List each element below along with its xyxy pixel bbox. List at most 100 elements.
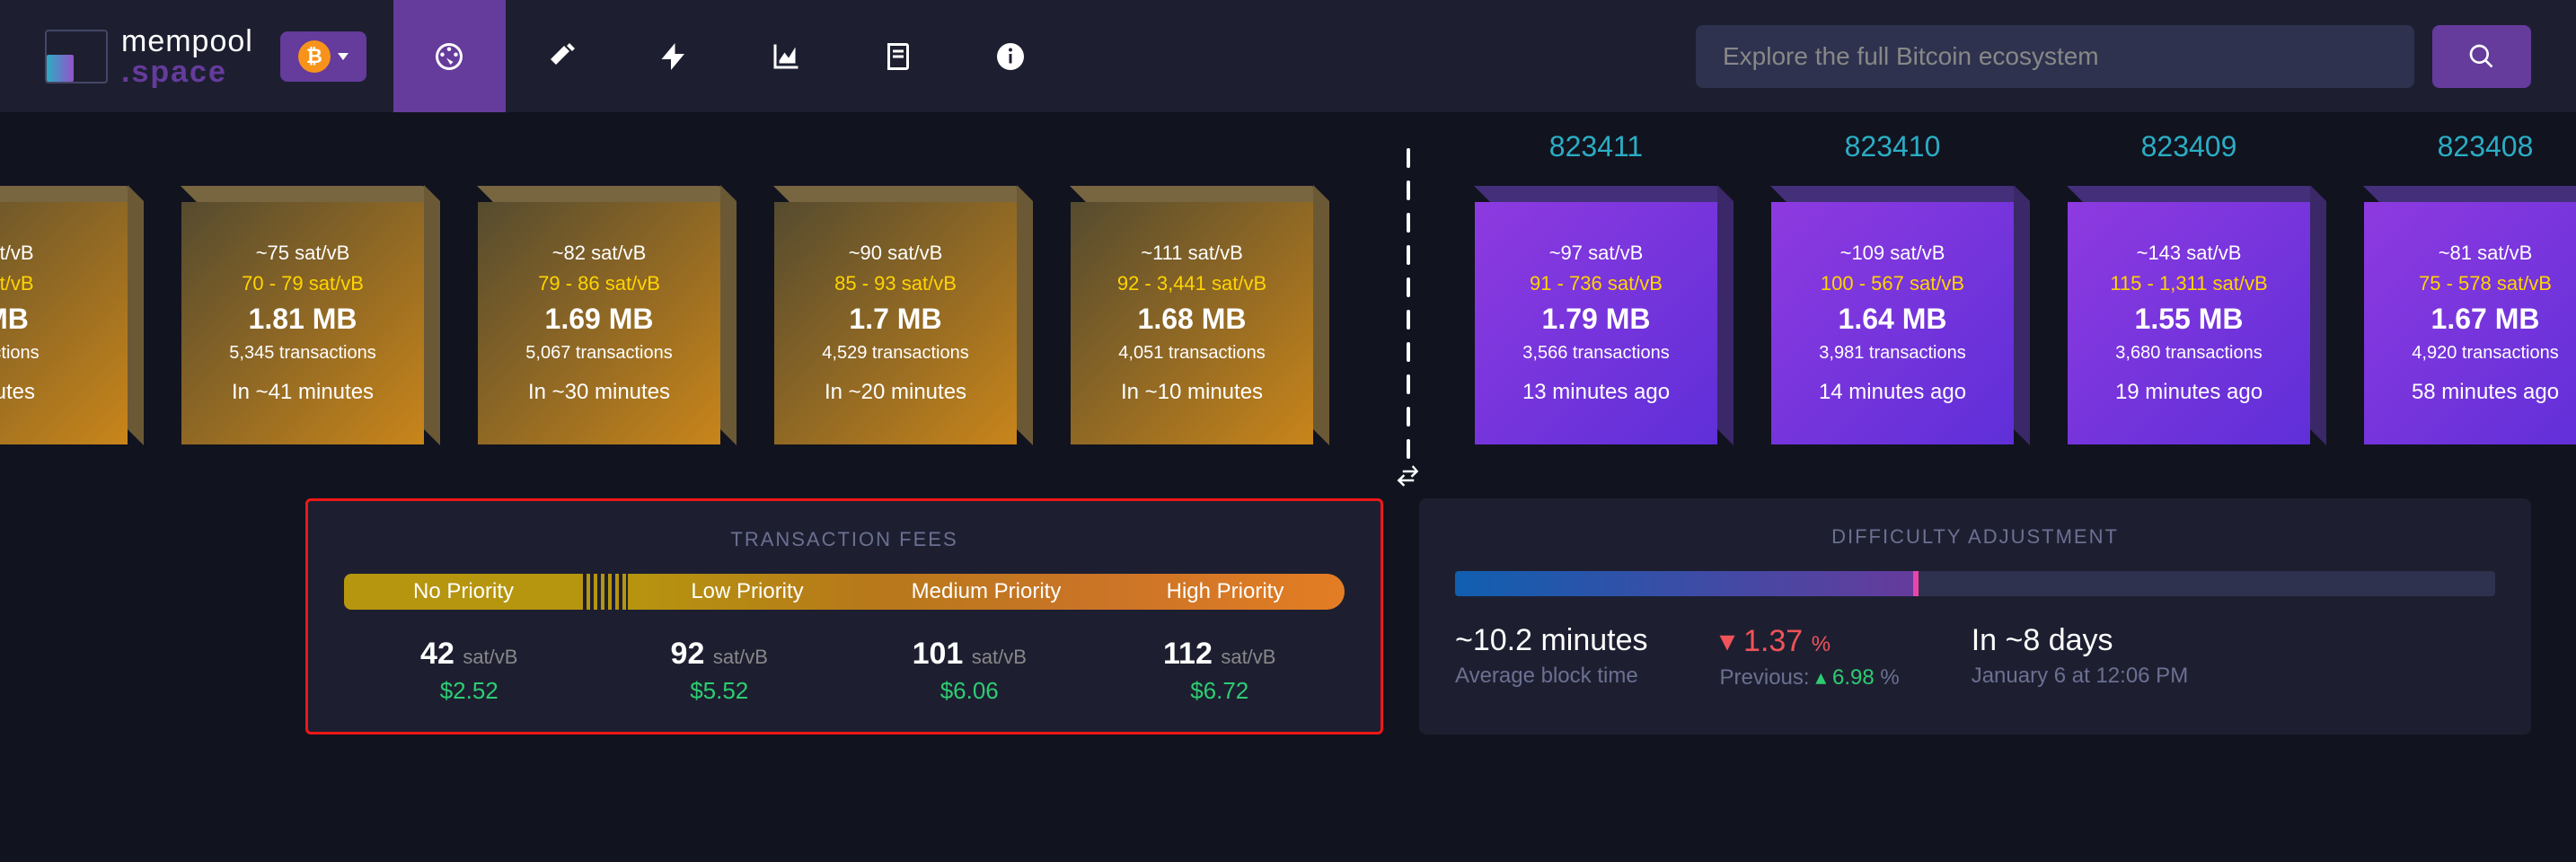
- network-selector[interactable]: ₿: [280, 31, 366, 82]
- fee-rate: 101 sat/vB: [844, 637, 1095, 672]
- fee-priority-bar: No Priority Low Priority Medium Priority…: [344, 574, 1345, 610]
- swap-icon[interactable]: [1395, 462, 1422, 489]
- bottom-row: TRANSACTION FEES No Priority Low Priorit…: [0, 498, 2576, 734]
- mempool-block[interactable]: ~90 sat/vB 85 - 93 sat/vB 1.7 MB 4,529 t…: [774, 130, 1017, 444]
- fee-seg-divider: [583, 574, 628, 610]
- block-fee: ~81 sat/vB: [2439, 242, 2533, 265]
- mempool-block[interactable]: sat/vB sat/vB MB sactions inutes: [0, 130, 128, 444]
- block-fee: ~143 sat/vB: [2137, 242, 2242, 265]
- blocks-area: sat/vB sat/vB MB sactions inutes ~75 sat…: [0, 112, 2576, 498]
- block-range: 85 - 93 sat/vB: [834, 272, 957, 295]
- block-fee: ~75 sat/vB: [256, 242, 350, 265]
- search-input[interactable]: [1696, 25, 2414, 88]
- fee-seg-no: No Priority: [344, 574, 583, 610]
- block-time: 19 minutes ago: [2115, 380, 2263, 405]
- nav-about[interactable]: [955, 0, 1067, 112]
- progress-marker: [1913, 571, 1919, 596]
- mempool-block[interactable]: ~75 sat/vB 70 - 79 sat/vB 1.81 MB 5,345 …: [181, 130, 424, 444]
- block-fee: ~97 sat/vB: [1549, 242, 1644, 265]
- fee-usd: $5.52: [595, 677, 845, 705]
- diff-next-date: January 6 at 12:06 PM: [1972, 664, 2188, 689]
- fee-rate: 42 sat/vB: [344, 637, 595, 672]
- fee-col-high: 112 sat/vB $6.72: [1095, 637, 1345, 705]
- progress-fill: [1455, 571, 1913, 596]
- pickaxe-icon: [545, 40, 578, 73]
- logo-text-bottom: .space: [121, 57, 253, 87]
- block-height[interactable]: 823410: [1845, 130, 1941, 166]
- block-time: In ~10 minutes: [1121, 380, 1263, 405]
- block-tx: 3,680 transactions: [2115, 343, 2262, 364]
- diff-col-change: ▾ 1.37 % Previous: ▴ 6.98 %: [1720, 623, 1900, 690]
- block-size: 1.55 MB: [2135, 303, 2244, 336]
- block-range: 70 - 79 sat/vB: [242, 272, 364, 295]
- block-range: 91 - 736 sat/vB: [1530, 272, 1663, 295]
- block-time: 14 minutes ago: [1819, 380, 1966, 405]
- block-tx: 3,981 transactions: [1819, 343, 1965, 364]
- block-fee: ~111 sat/vB: [1141, 242, 1243, 265]
- difficulty-columns: ~10.2 minutes Average block time ▾ 1.37 …: [1455, 623, 2495, 690]
- block-time: 13 minutes ago: [1522, 380, 1670, 405]
- block-size: 1.79 MB: [1542, 303, 1651, 336]
- fee-col-no: 42 sat/vB $2.52: [344, 637, 595, 705]
- avg-block-label: Average block time: [1455, 664, 1648, 689]
- fee-seg-high: High Priority: [1106, 574, 1345, 610]
- fee-usd: $6.72: [1095, 677, 1345, 705]
- block-height[interactable]: 823409: [2141, 130, 2237, 166]
- block-tx: 5,345 transactions: [229, 343, 375, 364]
- info-icon: [994, 40, 1027, 73]
- nav-docs[interactable]: [842, 0, 955, 112]
- search-icon: [2467, 42, 2496, 71]
- nav-lightning[interactable]: [618, 0, 730, 112]
- nav-graphs[interactable]: [730, 0, 842, 112]
- logo[interactable]: mempool .space: [45, 26, 253, 87]
- mined-block[interactable]: 823410 ~109 sat/vB 100 - 567 sat/vB 1.64…: [1771, 130, 2014, 444]
- block-time: In ~41 minutes: [232, 380, 374, 405]
- book-icon: [882, 40, 914, 73]
- block-time: 58 minutes ago: [2412, 380, 2559, 405]
- logo-text: mempool .space: [121, 26, 253, 87]
- block-fee: sat/vB: [0, 242, 34, 265]
- mined-block[interactable]: 823411 ~97 sat/vB 91 - 736 sat/vB 1.79 M…: [1475, 130, 1717, 444]
- block-height[interactable]: 823408: [2438, 130, 2534, 166]
- block-size: 1.67 MB: [2431, 303, 2540, 336]
- block-range: sat/vB: [0, 272, 34, 295]
- mempool-block[interactable]: ~111 sat/vB 92 - 3,441 sat/vB 1.68 MB 4,…: [1071, 130, 1313, 444]
- block-time: In ~20 minutes: [825, 380, 966, 405]
- block-size: 1.69 MB: [545, 303, 654, 336]
- block-range: 100 - 567 sat/vB: [1821, 272, 1964, 295]
- block-tx: 5,067 transactions: [525, 343, 672, 364]
- block-fee: ~109 sat/vB: [1840, 242, 1945, 265]
- search-wrap: [1696, 25, 2531, 88]
- diff-next: In ~8 days: [1972, 623, 2188, 658]
- block-size: 1.64 MB: [1839, 303, 1947, 336]
- block-range: 75 - 578 sat/vB: [2419, 272, 2552, 295]
- diff-col-next: In ~8 days January 6 at 12:06 PM: [1972, 623, 2188, 690]
- fee-rate: 92 sat/vB: [595, 637, 845, 672]
- fee-usd: $6.06: [844, 677, 1095, 705]
- block-tx: sactions: [0, 343, 40, 364]
- block-height[interactable]: 823411: [1549, 130, 1643, 166]
- mempool-block[interactable]: ~82 sat/vB 79 - 86 sat/vB 1.69 MB 5,067 …: [478, 130, 720, 444]
- card-title: DIFFICULTY ADJUSTMENT: [1455, 525, 2495, 549]
- diff-col-avgtime: ~10.2 minutes Average block time: [1455, 623, 1648, 690]
- block-range: 115 - 1,311 sat/vB: [2110, 272, 2267, 295]
- mined-block[interactable]: 823408 ~81 sat/vB 75 - 578 sat/vB 1.67 M…: [2364, 130, 2576, 444]
- fee-usd: $2.52: [344, 677, 595, 705]
- difficulty-card: DIFFICULTY ADJUSTMENT ~10.2 minutes Aver…: [1419, 498, 2531, 734]
- block-fee: ~82 sat/vB: [552, 242, 647, 265]
- block-tx: 4,051 transactions: [1118, 343, 1265, 364]
- diff-change: ▾ 1.37 %: [1720, 623, 1900, 659]
- nav-dashboard[interactable]: [393, 0, 506, 112]
- fee-seg-medium: Medium Priority: [867, 574, 1106, 610]
- fee-rate: 112 sat/vB: [1095, 637, 1345, 672]
- logo-icon: [45, 30, 108, 84]
- block-size: MB: [0, 303, 29, 336]
- block-divider: [1407, 148, 1410, 471]
- mined-block[interactable]: 823409 ~143 sat/vB 115 - 1,311 sat/vB 1.…: [2068, 130, 2310, 444]
- difficulty-progress: [1455, 571, 2495, 596]
- bolt-icon: [657, 40, 690, 73]
- nav-mining[interactable]: [506, 0, 618, 112]
- block-time: inutes: [0, 380, 35, 405]
- fee-col-low: 92 sat/vB $5.52: [595, 637, 845, 705]
- search-button[interactable]: [2432, 25, 2531, 88]
